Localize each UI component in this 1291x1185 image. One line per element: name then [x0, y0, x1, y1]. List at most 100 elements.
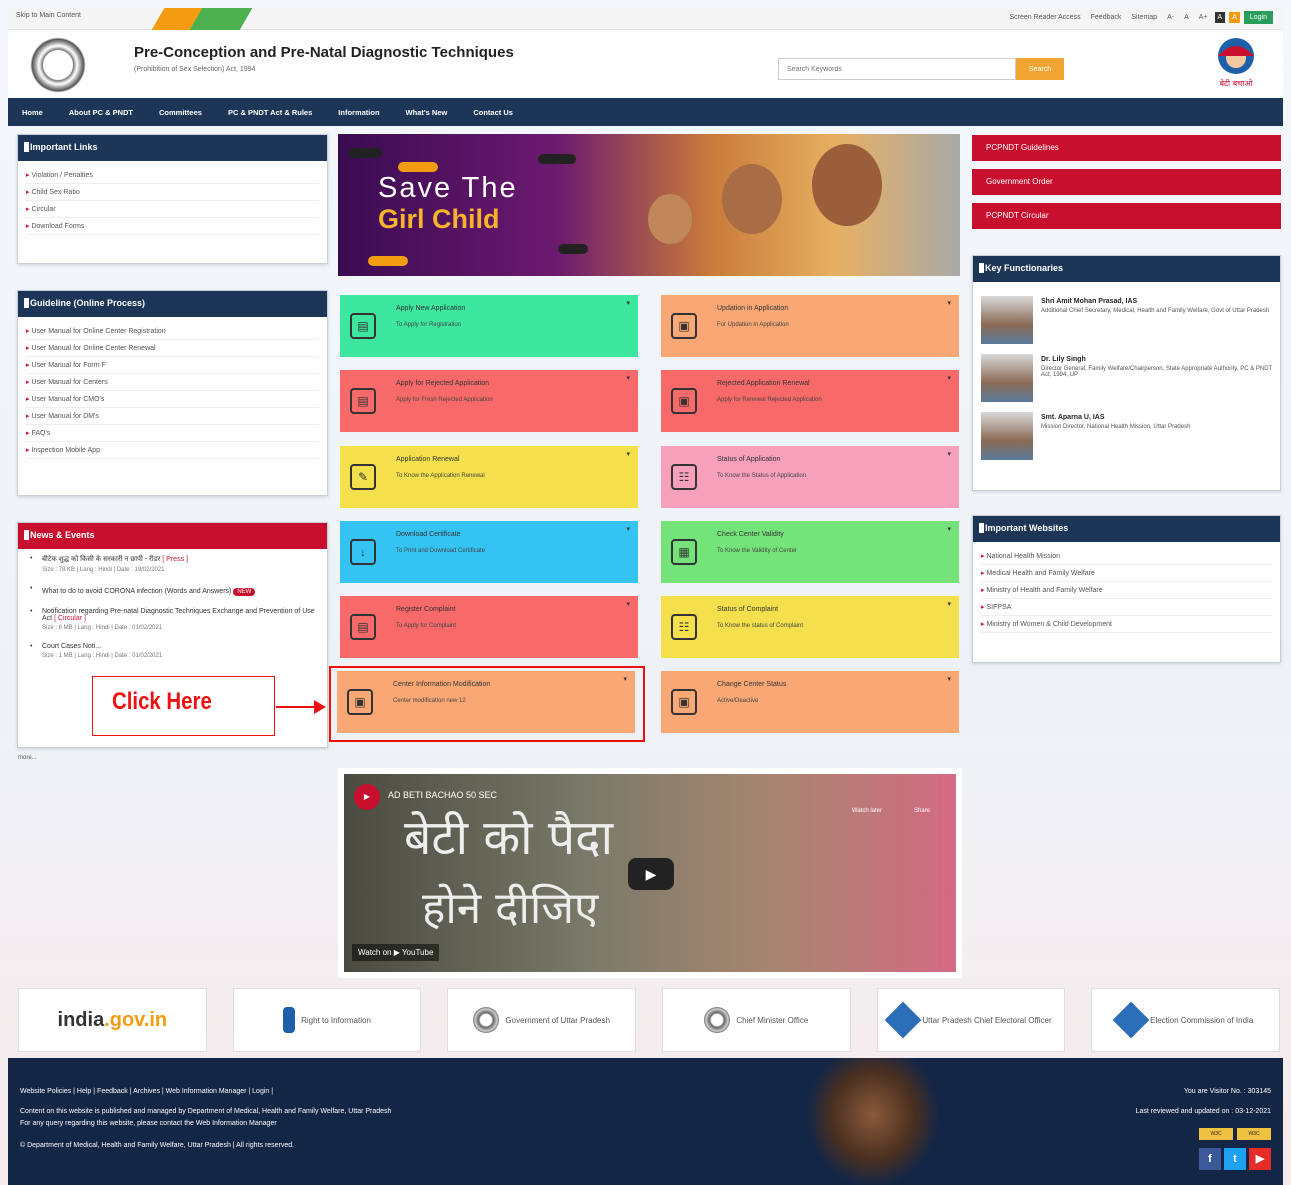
calendar-icon: ▦: [671, 539, 697, 565]
form-icon: ▤: [350, 313, 376, 339]
guideline-link[interactable]: User Manual for Online Center Registrati…: [26, 323, 319, 340]
tile-register-complaint[interactable]: ▤ Register Complaint To Apply for Compla…: [340, 596, 638, 658]
tile-check-validity[interactable]: ▦ Check Center Validity To Know the Vali…: [661, 521, 959, 583]
news-item[interactable]: Court Cases Noti... Size : 1 MB | Lang :…: [18, 637, 327, 665]
theme-orange-button[interactable]: A: [1229, 12, 1240, 23]
nav-contact[interactable]: Contact Us: [473, 108, 513, 117]
video-title[interactable]: AD BETI BACHAO 50 SEC: [388, 790, 497, 800]
banner-dash: [558, 244, 588, 254]
tile-updation[interactable]: ▣ Updation in Application For Updation i…: [661, 295, 959, 357]
search-button[interactable]: Search: [1016, 58, 1064, 80]
government-order-button[interactable]: Government Order: [972, 169, 1281, 195]
video-player[interactable]: ▶ AD BETI BACHAO 50 SEC Watch later Shar…: [338, 768, 962, 978]
caret-icon: ▾: [947, 451, 951, 458]
download-icon: ↓: [350, 539, 376, 565]
caret-icon: ▾: [947, 300, 951, 307]
woman-face: [722, 164, 782, 234]
arrow-line: [276, 706, 318, 708]
caret-icon: ▾: [626, 526, 630, 533]
website-link[interactable]: National Health Mission: [981, 548, 1272, 565]
pcpndt-circular-button[interactable]: PCPNDT Circular: [972, 203, 1281, 229]
partner-logos: india.gov.in Right to Information Govern…: [18, 988, 1281, 1052]
banner-dash: [348, 148, 382, 158]
nav-about[interactable]: About PC & PNDT: [69, 108, 133, 117]
nav-act-rules[interactable]: PC & PNDT Act & Rules: [228, 108, 312, 117]
feedback-link[interactable]: Feedback: [1088, 12, 1125, 23]
footer-links[interactable]: Website Policies | Help | Feedback | Arc…: [20, 1088, 273, 1095]
news-item[interactable]: What to do to avoid CORONA infection (Wo…: [18, 579, 327, 602]
site-header: Pre-Conception and Pre-Natal Diagnostic …: [8, 30, 1283, 98]
india-gov-text-a: india: [57, 1008, 105, 1031]
tile-rejected-renewal[interactable]: ▣ Rejected Application Renewal Apply for…: [661, 370, 959, 432]
tile-apply-new[interactable]: ▤ Apply New Application To Apply for Reg…: [340, 295, 638, 357]
partner-rti[interactable]: Right to Information: [232, 988, 422, 1052]
pcpndt-guidelines-button[interactable]: PCPNDT Guidelines: [972, 135, 1281, 161]
guideline-link[interactable]: User Manual for DM's: [26, 408, 319, 425]
guideline-link[interactable]: User Manual for CMO's: [26, 391, 319, 408]
news-item[interactable]: Notification regarding Pre-natal Diagnos…: [18, 602, 327, 637]
nav-home[interactable]: Home: [22, 108, 43, 117]
skip-to-content-link[interactable]: Skip to Main Content: [16, 12, 81, 19]
important-link[interactable]: Violation / Penalties: [26, 167, 319, 184]
partner-cm-office[interactable]: Chief Minister Office: [662, 988, 851, 1052]
partner-ceo[interactable]: Uttar Pradesh Chief Electoral Officer: [876, 988, 1066, 1052]
avatar: [981, 354, 1033, 402]
up-emblem-icon: [704, 1007, 731, 1033]
tile-application-renewal[interactable]: ✎ Application Renewal To Know the Applic…: [340, 446, 638, 508]
caret-icon: ▾: [626, 300, 630, 307]
clipboard-icon: ▣: [671, 689, 697, 715]
important-link[interactable]: Download Forms: [26, 218, 319, 235]
w3c-badge-icon: W3C: [1199, 1128, 1233, 1140]
banner-dash: [398, 162, 438, 172]
tile-status-application[interactable]: ☷ Status of Application To Know the Stat…: [661, 446, 959, 508]
share-button[interactable]: Share: [914, 808, 930, 814]
guideline-link[interactable]: User Manual for Centers: [26, 374, 319, 391]
india-gov-text-b: .gov.in: [104, 1008, 168, 1031]
sitemap-link[interactable]: Sitemap: [1128, 12, 1160, 23]
play-icon[interactable]: ▶: [628, 858, 674, 890]
nav-information[interactable]: Information: [338, 108, 379, 117]
site-footer: Website Policies | Help | Feedback | Arc…: [8, 1058, 1283, 1185]
website-link[interactable]: Ministry of Health and Family Welfare: [981, 582, 1272, 599]
nav-committees[interactable]: Committees: [159, 108, 202, 117]
guideline-link[interactable]: User Manual for Form F: [26, 357, 319, 374]
partner-india-gov[interactable]: india.gov.in: [18, 988, 207, 1052]
footer-text: Content on this website is published and…: [20, 1108, 392, 1115]
green-stripe: [189, 8, 253, 30]
font-decrease-button[interactable]: A-: [1164, 12, 1177, 23]
partner-up-gov[interactable]: Government of Uttar Pradesh: [447, 988, 637, 1052]
key-functionaries-panel: Key Functionaries Shri Amit Mohan Prasad…: [972, 255, 1281, 491]
status-icon: ☷: [671, 464, 697, 490]
watch-later-button[interactable]: Watch later: [852, 808, 882, 814]
facebook-icon[interactable]: f: [1199, 1148, 1221, 1170]
news-more-link[interactable]: more...: [18, 755, 37, 761]
important-link[interactable]: Child Sex Ratio: [26, 184, 319, 201]
theme-dark-button[interactable]: A: [1214, 12, 1226, 23]
guideline-link[interactable]: User Manual for Online Center Renewal: [26, 340, 319, 357]
channel-logo-icon: ▶: [354, 784, 380, 810]
font-normal-button[interactable]: A: [1181, 12, 1192, 23]
news-item[interactable]: बीटेक शुद्ध को किसी के सरकारी न छापी - र…: [18, 549, 327, 579]
tile-download-certificate[interactable]: ↓ Download Certificate To Print and Down…: [340, 521, 638, 583]
website-link[interactable]: Medical Health and Family Welfare: [981, 565, 1272, 582]
nav-whats-new[interactable]: What's New: [406, 108, 448, 117]
font-increase-button[interactable]: A+: [1196, 12, 1211, 23]
guideline-panel: Guideline (Online Process) User Manual f…: [17, 290, 328, 496]
search-input[interactable]: [778, 58, 1016, 80]
website-link[interactable]: SIFPSA: [981, 599, 1272, 616]
tile-apply-rejected[interactable]: ▤ Apply for Rejected Application Apply f…: [340, 370, 638, 432]
youtube-icon[interactable]: ▶: [1249, 1148, 1271, 1170]
screen-reader-link[interactable]: Screen Reader Access: [1006, 12, 1083, 23]
tile-status-complaint[interactable]: ☷ Status of Complaint To Know the status…: [661, 596, 959, 658]
guideline-link[interactable]: FAQ's: [26, 425, 319, 442]
important-link[interactable]: Circular: [26, 201, 319, 218]
twitter-icon[interactable]: t: [1224, 1148, 1246, 1170]
guideline-link[interactable]: Inspection Mobile App: [26, 442, 319, 459]
site-title: Pre-Conception and Pre-Natal Diagnostic …: [134, 44, 514, 61]
video-frame[interactable]: ▶ AD BETI BACHAO 50 SEC Watch later Shar…: [344, 774, 956, 972]
website-link[interactable]: Ministry of Women & Child Development: [981, 616, 1272, 633]
watch-on-youtube-link[interactable]: Watch on ▶ YouTube: [352, 944, 440, 961]
partner-eci[interactable]: Election Commission of India: [1091, 988, 1281, 1052]
tile-change-center-status[interactable]: ▣ Change Center Status Active/Deactive ▾: [661, 671, 959, 733]
login-button[interactable]: Login: [1243, 11, 1273, 24]
